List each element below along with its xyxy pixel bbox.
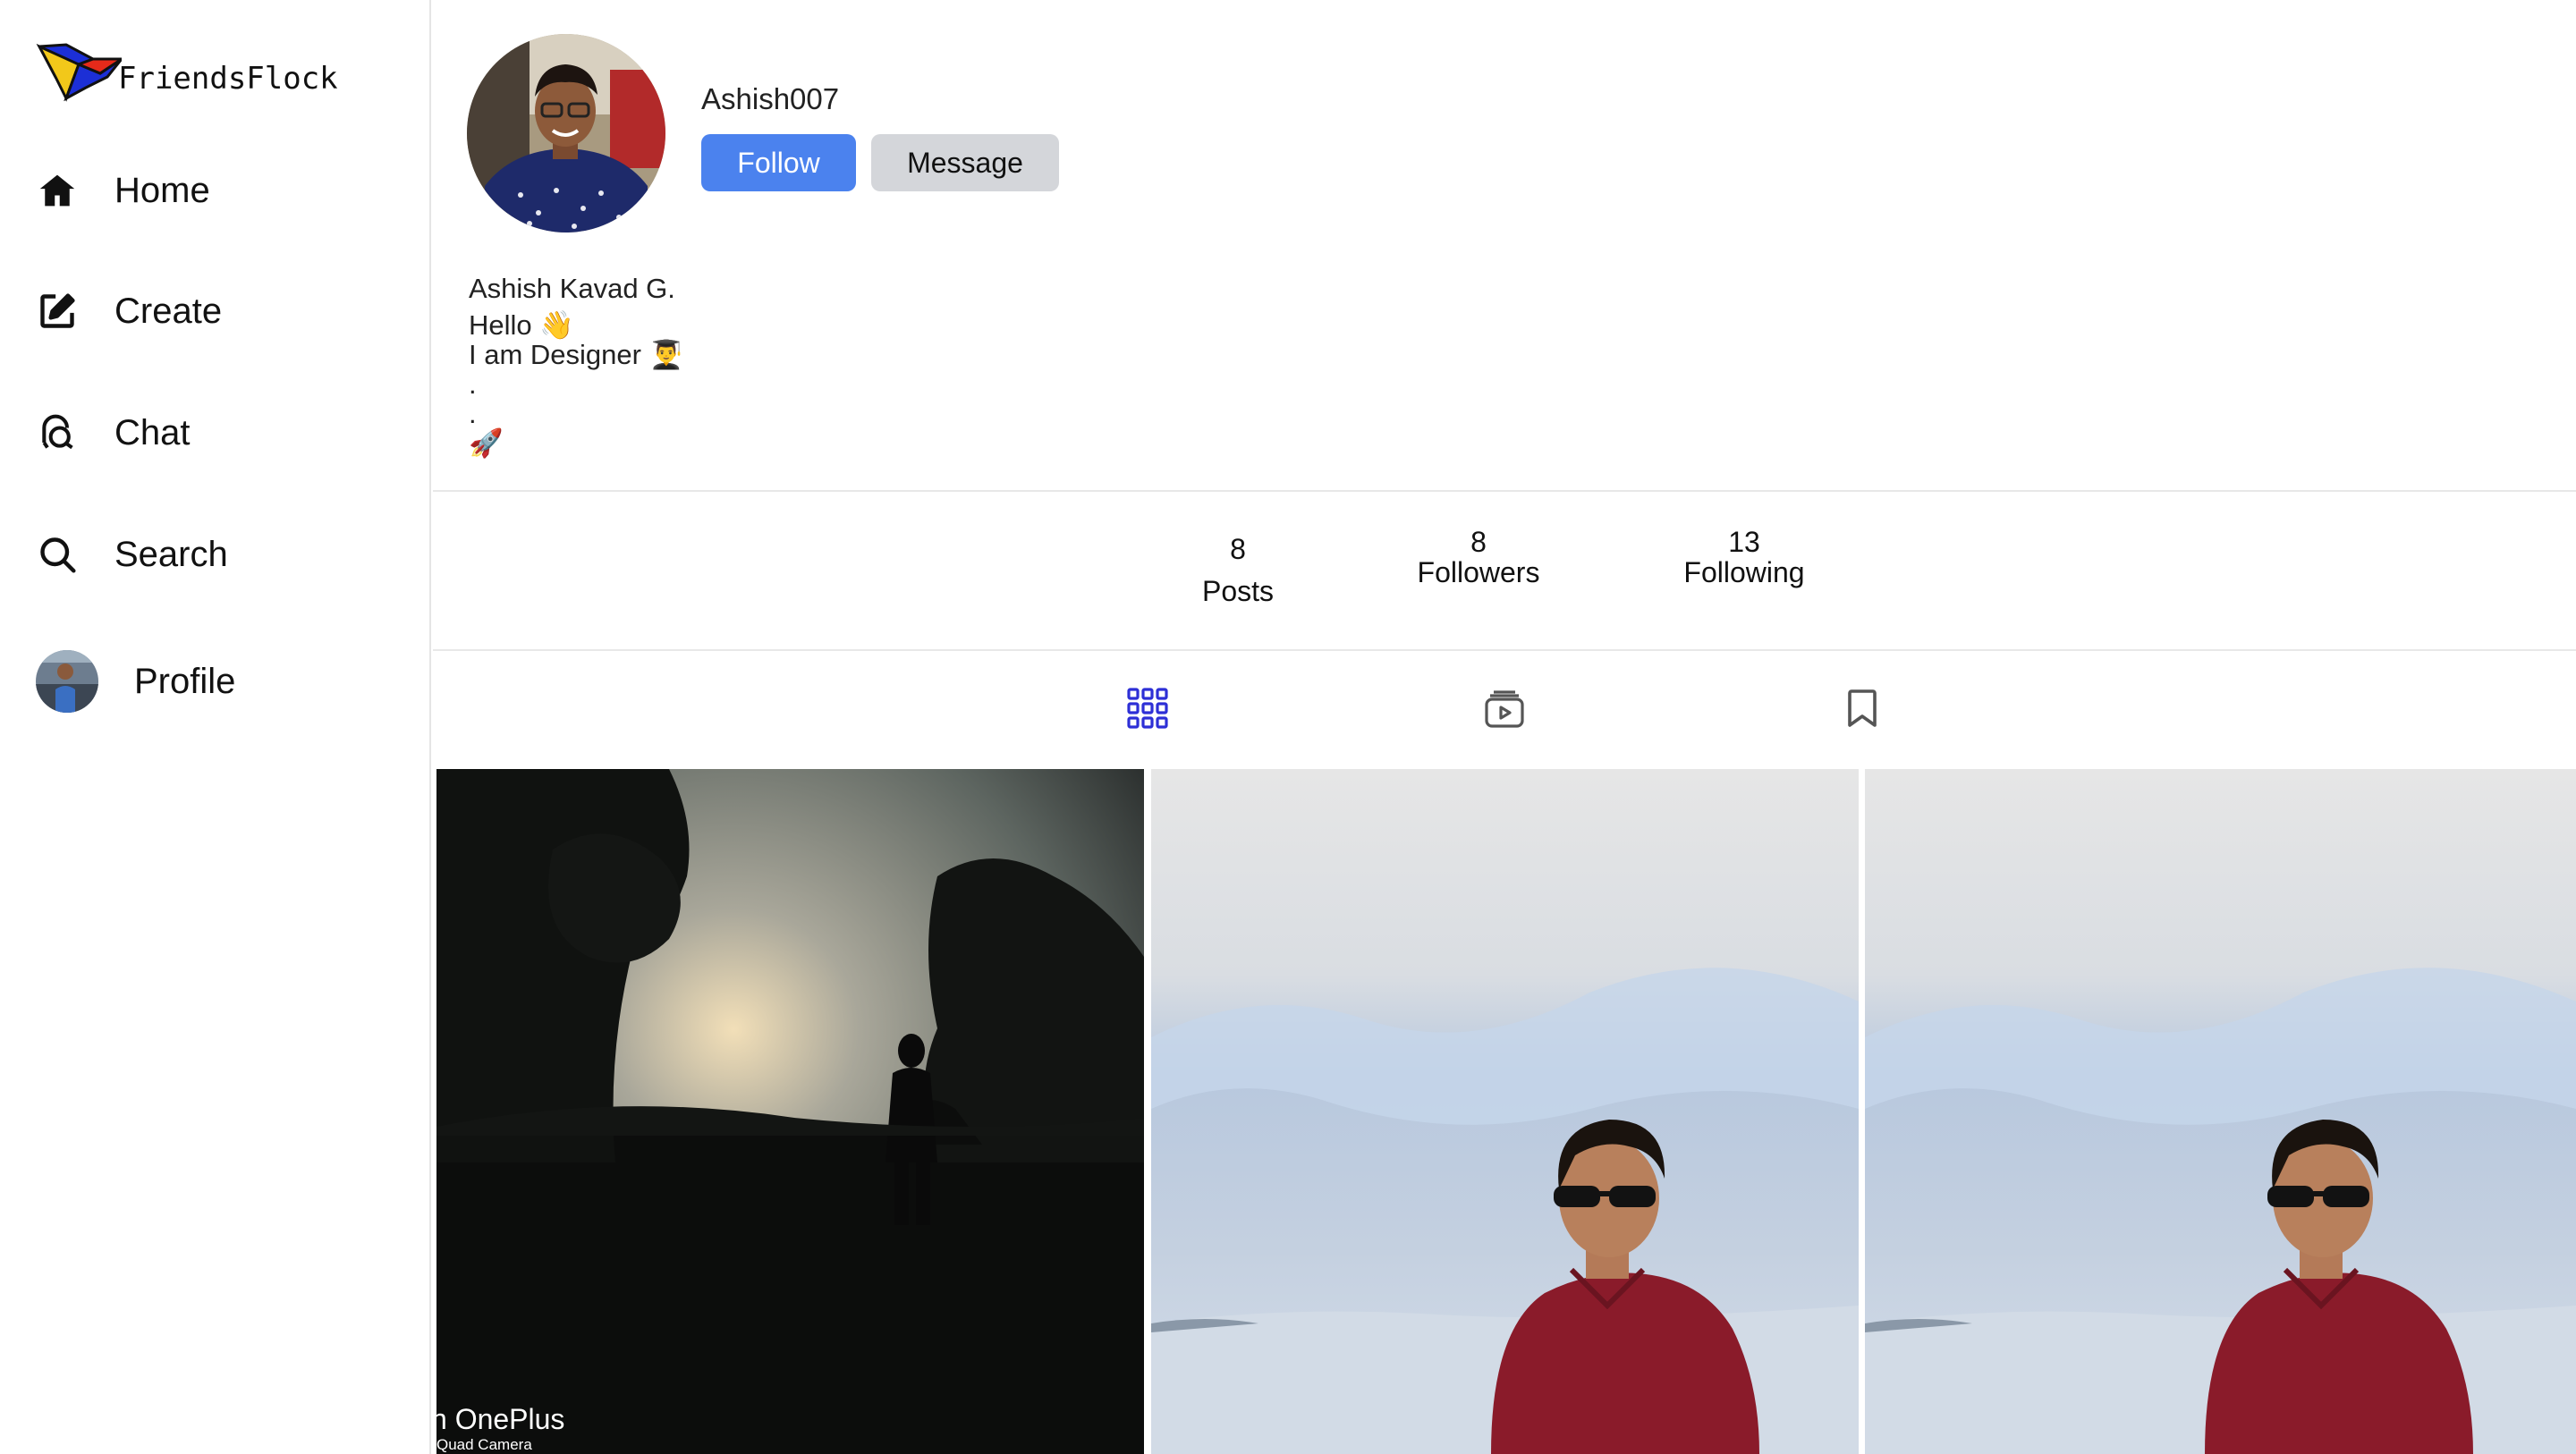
follow-button[interactable]: Follow <box>701 134 856 191</box>
tab-saved[interactable] <box>1835 681 1889 735</box>
following-count: 13 <box>1728 526 1760 558</box>
bio-line: . <box>469 368 477 400</box>
watermark-sub: Quad Camera <box>436 1436 532 1453</box>
search-icon <box>36 533 79 576</box>
followers-label: Followers <box>1417 556 1540 588</box>
sidebar-item-profile[interactable]: Profile <box>36 650 235 713</box>
followers-stat[interactable]: 8 Followers <box>1395 527 1562 588</box>
profile-username: Ashish007 <box>701 82 840 115</box>
post-thumbnail[interactable]: n OnePlus Quad Camera <box>436 769 1144 1454</box>
post-thumbnail[interactable] <box>1865 769 2576 1454</box>
sidebar-item-home[interactable]: Home <box>36 159 210 222</box>
following-stat[interactable]: 13 Following <box>1664 527 1825 588</box>
tab-posts[interactable] <box>1121 681 1174 735</box>
bio-line: 🚀 <box>469 427 504 459</box>
posts-label: Posts <box>1201 575 1275 607</box>
watermark-brand: n OnePlus <box>436 1403 565 1435</box>
post-image <box>1151 769 1859 1454</box>
divider <box>433 490 2576 492</box>
chat-icon <box>36 411 79 454</box>
profile-bio: Ashish Kavad G. Hello 👋 I am Designer 👨‍… <box>469 274 683 458</box>
grid-icon <box>1127 688 1168 729</box>
bio-line: Hello 👋 <box>469 309 574 341</box>
sidebar-item-search[interactable]: Search <box>36 523 228 586</box>
bird-logo-icon <box>36 43 122 102</box>
sidebar-item-chat[interactable]: Chat <box>36 402 191 464</box>
divider <box>433 649 2576 651</box>
avatar <box>36 650 98 713</box>
profile-avatar <box>467 34 665 232</box>
app-name: FriendsFlock <box>118 61 338 97</box>
post-thumbnail[interactable] <box>1151 769 1859 1454</box>
home-icon <box>36 169 79 212</box>
bio-line: I am Designer 👨‍🎓 <box>469 339 684 370</box>
sidebar: FriendsFlock Home Create Chat Search Pro… <box>0 0 431 1454</box>
message-button[interactable]: Message <box>871 134 1059 191</box>
followers-count: 8 <box>1470 526 1487 558</box>
post-image <box>1865 769 2576 1454</box>
posts-stat: 8 Posts <box>1193 534 1283 606</box>
sidebar-item-create[interactable]: Create <box>36 280 222 342</box>
sidebar-item-label: Home <box>114 170 210 210</box>
sidebar-item-label: Chat <box>114 412 191 452</box>
sidebar-item-label: Search <box>114 534 228 574</box>
sidebar-item-label: Create <box>114 291 223 331</box>
edit-icon <box>36 290 79 333</box>
following-label: Following <box>1683 556 1805 588</box>
reels-icon <box>1485 690 1524 728</box>
camera-watermark: n OnePlus Quad Camera <box>436 769 1144 1454</box>
bio-line: . <box>469 398 477 429</box>
bio-name: Ashish Kavad G. <box>469 273 675 304</box>
posts-count: 8 <box>1230 533 1246 565</box>
bookmark-icon <box>1848 689 1877 727</box>
app-logo[interactable]: FriendsFlock <box>36 41 338 104</box>
tab-reels[interactable] <box>1478 681 1531 735</box>
sidebar-item-label: Profile <box>134 661 236 701</box>
